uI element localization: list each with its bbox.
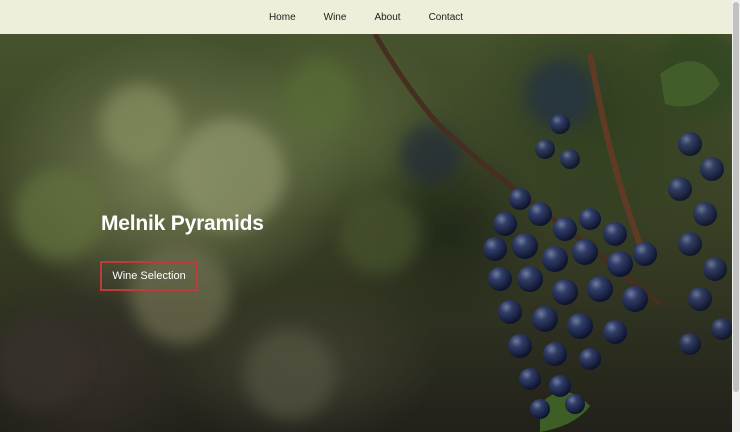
nav-item-home: Home [255, 12, 310, 23]
page-scrollbar[interactable] [732, 0, 740, 432]
nav-item-about: About [360, 12, 414, 23]
scrollbar-thumb[interactable] [733, 2, 739, 392]
nav-menu: Home Wine About Contact [255, 12, 477, 23]
top-navbar: Home Wine About Contact [0, 0, 732, 34]
hero-title: Melnik Pyramids [101, 212, 264, 235]
nav-item-contact: Contact [415, 12, 477, 23]
hero-section: Melnik Pyramids Wine Selection [0, 34, 732, 432]
nav-item-wine: Wine [310, 12, 361, 23]
nav-link-wine[interactable]: Wine [314, 12, 357, 23]
nav-link-about[interactable]: About [364, 12, 410, 23]
nav-link-contact[interactable]: Contact [419, 12, 473, 23]
nav-link-home[interactable]: Home [259, 12, 306, 23]
wine-selection-button[interactable]: Wine Selection [100, 261, 198, 291]
